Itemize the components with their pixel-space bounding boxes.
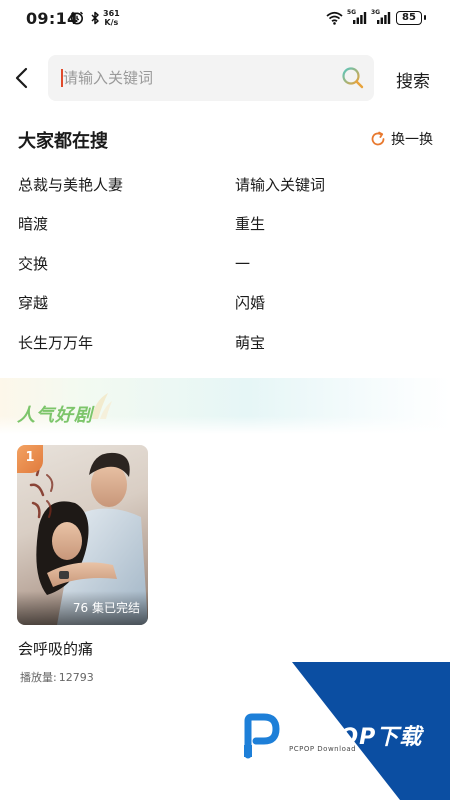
hot-search-item[interactable]: 闪婚 [235,293,265,313]
status-bar: 09:14 361 K/s 5G 3G 85 [0,0,450,36]
refresh-label: 换一换 [391,132,433,148]
wifi-icon [326,11,343,25]
cell-signal-icon [353,12,367,24]
watermark-logo-icon [244,713,280,759]
bluetooth-icon [91,11,99,25]
hot-search-item[interactable]: 暗渡 [18,214,48,234]
alarm-icon [71,11,83,25]
hot-search-item[interactable]: 交换 [18,254,48,274]
drama-card[interactable]: 1 76 集已完结 [17,445,148,625]
episode-count: 76 集已完结 [72,601,140,615]
search-placeholder: 请输入关键词 [63,69,154,87]
play-count: 播放量: 12793 [18,669,94,685]
popular-title: 人气好剧 [17,405,93,426]
back-arrow-icon[interactable] [12,66,34,90]
battery-indicator: 85 [396,11,426,25]
hot-search-item[interactable]: 穿越 [18,293,48,313]
play-count-label: 播放量: [20,671,57,684]
rank-badge: 1 [17,445,43,473]
cell-signal-icon [377,12,391,24]
hot-search-item[interactable]: 请输入关键词 [235,175,325,195]
network-speed-value: 361 [103,9,120,18]
search-icon[interactable] [341,66,365,90]
refresh-icon [371,131,385,146]
search-button[interactable]: 搜索 [396,67,430,92]
drama-title[interactable]: 会呼吸的痛 [18,638,93,659]
hot-search-item[interactable]: 一 [235,254,250,274]
refresh-button[interactable]: 换一换 [370,129,433,149]
hot-search-item[interactable]: 长生万万年 [18,333,93,353]
hot-search-item[interactable]: 重生 [235,214,265,234]
search-input[interactable]: 请输入关键词 [48,55,374,101]
hot-search-item[interactable]: 萌宝 [235,333,265,353]
hot-search-item[interactable]: 总裁与美艳人妻 [18,175,123,195]
network-speed: 361 K/s [103,9,120,27]
watermark-subtext: PCPOP Download [289,745,357,753]
leaf-decoration-icon [92,393,112,419]
play-count-value: 12793 [58,671,94,684]
hot-searches-title: 大家都在搜 [18,131,108,152]
network-speed-unit: K/s [104,18,119,27]
